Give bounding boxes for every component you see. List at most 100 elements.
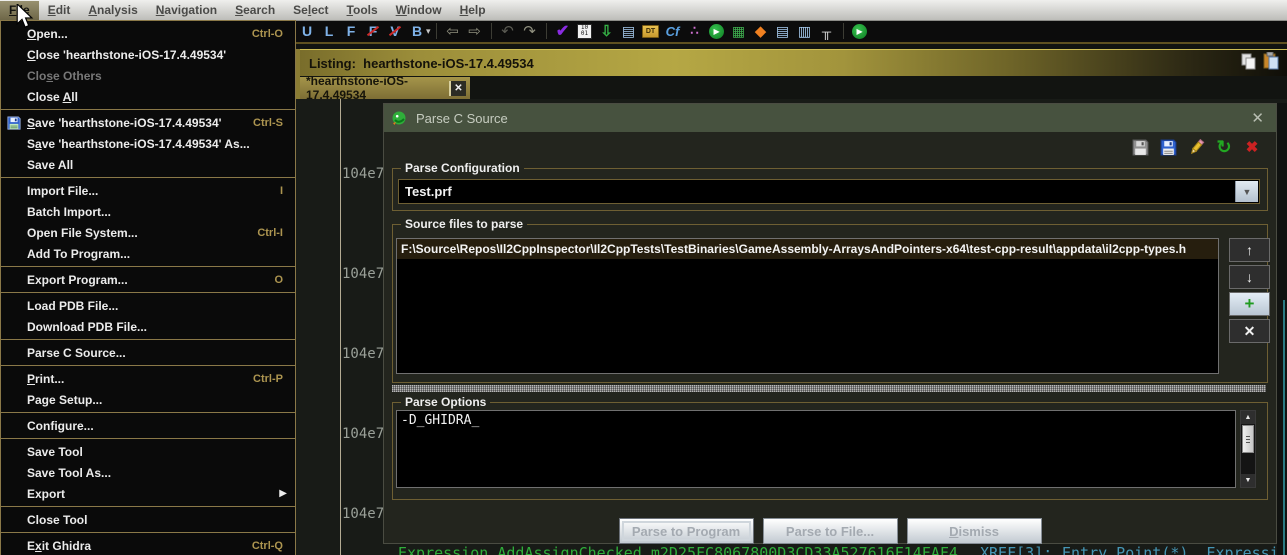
letter-f-disabled-button[interactable]: F <box>363 21 383 41</box>
data-type-folder-icon[interactable]: DT <box>641 21 661 41</box>
menu-item-import-file[interactable]: Import File...I <box>1 180 295 201</box>
menu-item-save-tool-as[interactable]: Save Tool As... <box>1 462 295 483</box>
tab-hearthstone-program[interactable]: *hearthstone-iOS-17.4.49534 ✕ <box>300 77 470 99</box>
c-function-icon[interactable]: Cf <box>663 21 683 41</box>
scrollbar-thumb[interactable] <box>1242 425 1254 453</box>
listing-scrollbar-fragment[interactable] <box>1283 300 1285 555</box>
listing-address: 104e7 <box>342 266 384 282</box>
memory-map-icon[interactable]: ▦ <box>729 21 749 41</box>
menu-item-page-setup[interactable]: Page Setup... <box>1 389 295 410</box>
menu-select[interactable]: Select <box>284 1 337 20</box>
delete-profile-icon[interactable]: ✖ <box>1242 137 1262 157</box>
menu-item-export[interactable]: Export▶ <box>1 483 295 504</box>
dialog-close-icon[interactable]: ✕ <box>1251 109 1264 127</box>
menu-separator <box>1 506 295 507</box>
menu-window[interactable]: Window <box>387 1 451 20</box>
run-script-icon[interactable]: ▶ <box>707 21 727 41</box>
menu-item-configure[interactable]: Configure... <box>1 415 295 436</box>
snapshot-copy-icon[interactable] <box>1240 53 1258 71</box>
letter-f-button[interactable]: F <box>341 21 361 41</box>
menu-item-exit-ghidra[interactable]: Exit GhidraCtrl-Q <box>1 535 295 555</box>
save-profile-icon[interactable] <box>1130 137 1150 157</box>
menu-item-close-tool[interactable]: Close Tool <box>1 509 295 530</box>
validate-icon[interactable]: ✔ <box>553 21 573 41</box>
parse-options-scrollbar[interactable]: ▲ ▼ <box>1240 410 1256 488</box>
menu-item-open[interactable]: Open...Ctrl-O <box>1 23 295 44</box>
toolbar-separator <box>546 23 547 39</box>
menu-item-print[interactable]: Print...Ctrl-P <box>1 368 295 389</box>
scroll-down-icon[interactable]: ▼ <box>1241 474 1255 487</box>
menu-separator <box>1 177 295 178</box>
menu-item-close-all[interactable]: Close All <box>1 86 295 107</box>
import-icon[interactable]: ⇩ <box>597 21 617 41</box>
data-type-list-icon[interactable]: ▤ <box>619 21 639 41</box>
menu-item-load-pdb[interactable]: Load PDB File... <box>1 295 295 316</box>
menu-navigation[interactable]: Navigation <box>147 1 226 20</box>
parse-to-file-button[interactable]: Parse to File... <box>763 518 898 544</box>
dialog-titlebar[interactable]: Parse C Source ✕ <box>384 104 1276 132</box>
floppy-save-icon <box>1 116 27 130</box>
menu-item-close-others: Close Others <box>1 65 295 86</box>
scroll-up-icon[interactable]: ▲ <box>1241 411 1255 424</box>
menu-item-add-to-program[interactable]: Add To Program... <box>1 243 295 264</box>
parse-options-textarea[interactable]: -D_GHIDRA_ <box>396 410 1236 488</box>
menu-item-save-program[interactable]: Save 'hearthstone-iOS-17.4.49534'Ctrl-S <box>1 112 295 133</box>
source-files-list[interactable]: F:\Source\Repos\Il2CppInspector\Il2CppTe… <box>396 238 1219 374</box>
letter-u-button[interactable]: U <box>297 21 317 41</box>
menu-help[interactable]: Help <box>451 1 495 20</box>
table-view-icon[interactable]: ▤ <box>773 21 793 41</box>
menu-item-save-tool[interactable]: Save Tool <box>1 441 295 462</box>
menu-search[interactable]: Search <box>226 1 284 20</box>
listing-address: 104e7 <box>342 166 384 182</box>
menu-item-close-program[interactable]: Close 'hearthstone-iOS-17.4.49534' <box>1 44 295 65</box>
listing-header[interactable]: Listing: hearthstone-iOS-17.4.49534 <box>300 49 1287 76</box>
menu-item-parse-c-source[interactable]: Parse C Source... <box>1 342 295 363</box>
menu-item-export-program[interactable]: Export Program...O <box>1 269 295 290</box>
combobox-arrow-icon[interactable]: ▼ <box>1235 181 1258 202</box>
dismiss-button[interactable]: Dismiss <box>907 518 1042 544</box>
menu-edit[interactable]: Edit <box>39 1 80 20</box>
menu-item-save-program-as[interactable]: Save 'hearthstone-iOS-17.4.49534' As... <box>1 133 295 154</box>
undo-icon[interactable]: ↶ <box>498 21 518 41</box>
menu-item-batch-import[interactable]: Batch Import... <box>1 201 295 222</box>
rerun-script-icon[interactable]: ▶ <box>850 21 870 41</box>
submenu-arrow-icon: ▶ <box>279 488 295 499</box>
add-file-button[interactable]: + <box>1229 292 1270 316</box>
letter-v-disabled-button[interactable]: V <box>385 21 405 41</box>
listing-xref-label: XREF[3]: <box>980 544 1052 555</box>
parse-options-value: -D_GHIDRA_ <box>397 411 1235 430</box>
file-menu-dropdown: Open...Ctrl-O Close 'hearthstone-iOS-17.… <box>0 20 296 555</box>
clipboard-paste-icon[interactable] <box>1262 52 1280 70</box>
listing-address: 104e7 <box>342 346 384 362</box>
tab-close-icon[interactable]: ✕ <box>449 81 466 96</box>
menu-item-download-pdb[interactable]: Download PDB File... <box>1 316 295 337</box>
refresh-icon[interactable]: ↻ <box>1214 137 1234 157</box>
menu-separator <box>1 109 295 110</box>
parse-configuration-combobox[interactable]: Test.prf ▼ <box>398 179 1260 204</box>
table-export-icon[interactable]: ▥ <box>795 21 815 41</box>
dialog-toolbar: ↻ ✖ <box>1130 137 1262 157</box>
listing-address: 104e7 <box>342 426 384 442</box>
redo-icon[interactable]: ↷ <box>520 21 540 41</box>
letter-b-dropdown-button[interactable]: B <box>407 21 427 41</box>
call-graph-icon[interactable]: ∴ <box>685 21 705 41</box>
forward-icon[interactable]: ⇨ <box>465 21 485 41</box>
letter-l-button[interactable]: L <box>319 21 339 41</box>
move-down-button[interactable]: ↓ <box>1229 265 1270 289</box>
bookmark-icon[interactable]: ◆ <box>751 21 771 41</box>
save-profile-as-icon[interactable] <box>1158 137 1178 157</box>
binary-view-icon[interactable]: 10 01 <box>575 21 595 41</box>
toolbar-separator <box>491 23 492 39</box>
symbol-tree-icon[interactable]: ╥ <box>817 21 837 41</box>
menu-item-open-file-system[interactable]: Open File System...Ctrl-I <box>1 222 295 243</box>
move-up-button[interactable]: ↑ <box>1229 238 1270 262</box>
parse-to-program-button[interactable]: Parse to Program <box>619 518 754 544</box>
edit-profile-icon[interactable] <box>1186 137 1206 157</box>
menu-analysis[interactable]: Analysis <box>79 1 146 20</box>
menu-tools[interactable]: Tools <box>338 1 387 20</box>
splitter-handle[interactable] <box>392 385 1266 392</box>
remove-file-button[interactable]: ✕ <box>1229 319 1270 343</box>
back-icon[interactable]: ⇦ <box>443 21 463 41</box>
source-file-item-selected[interactable]: F:\Source\Repos\Il2CppInspector\Il2CppTe… <box>397 239 1218 259</box>
menu-item-save-all[interactable]: Save All <box>1 154 295 175</box>
